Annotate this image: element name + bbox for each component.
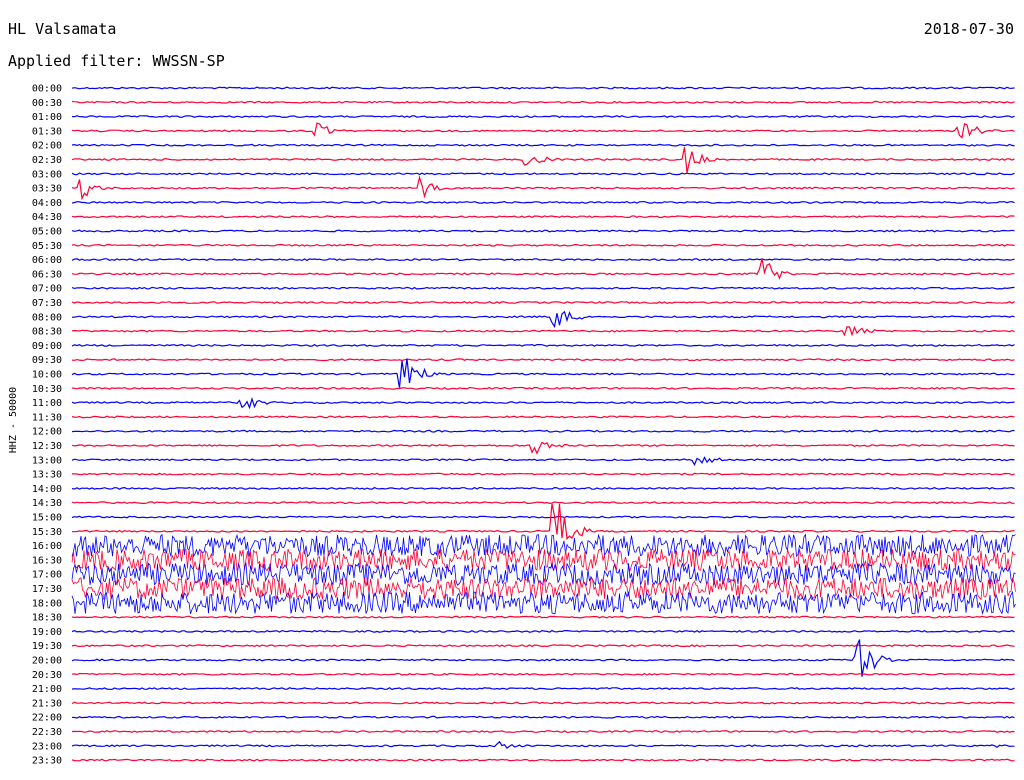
time-label: 23:00 — [32, 741, 62, 752]
trace-line — [71, 258, 1015, 280]
trace-line — [71, 310, 1015, 329]
time-label: 13:00 — [32, 455, 62, 466]
trace-line — [71, 644, 1015, 648]
time-label: 17:30 — [32, 584, 62, 595]
trace-line — [71, 122, 1015, 139]
trace-line — [71, 386, 1015, 390]
time-label: 06:00 — [32, 255, 62, 266]
trace-line — [71, 258, 1015, 262]
trace-line — [72, 472, 1015, 476]
trace-line — [71, 730, 1015, 733]
trace-line — [71, 172, 1015, 176]
time-label: 20:30 — [32, 670, 62, 681]
time-label: 11:00 — [32, 398, 62, 409]
time-label: 09:30 — [32, 355, 62, 366]
trace-line — [71, 629, 1015, 633]
time-label: 04:30 — [32, 212, 62, 223]
trace-line — [71, 515, 1015, 519]
trace-line — [71, 215, 1015, 219]
trace-line — [71, 486, 1015, 490]
time-label: 22:00 — [32, 713, 62, 724]
trace-line — [71, 115, 1015, 119]
time-label: 13:30 — [32, 470, 62, 481]
trace-line — [71, 615, 1015, 619]
trace-line — [71, 740, 1015, 749]
time-label: 15:00 — [32, 513, 62, 524]
time-label: 08:00 — [32, 312, 62, 323]
time-label: 18:00 — [32, 598, 62, 609]
trace-line — [71, 501, 1015, 505]
helicorder-plot: HHZ - 50000 00:00 00:30 01:00 01:30 02:00 02:… — [8, 84, 1016, 767]
time-label: 05:00 — [32, 227, 62, 238]
time-label: 19:30 — [32, 641, 62, 652]
time-label: 17:00 — [32, 570, 62, 581]
trace-line — [72, 503, 1015, 541]
time-label: 04:00 — [32, 198, 62, 209]
trace-line — [71, 456, 1015, 466]
time-label: 06:30 — [32, 269, 62, 280]
time-label: 16:00 — [32, 541, 62, 552]
time-label: 03:30 — [32, 184, 62, 195]
time-label: 14:30 — [32, 498, 62, 509]
time-label: 10:00 — [32, 370, 62, 381]
trace-line — [71, 590, 1016, 615]
trace-line — [71, 415, 1015, 419]
time-label: 14:00 — [32, 484, 62, 495]
trace-line — [71, 143, 1015, 147]
time-label: 07:30 — [32, 298, 62, 309]
time-label: 21:00 — [32, 684, 62, 695]
trace-line — [71, 701, 1015, 705]
trace-line — [71, 441, 1015, 455]
time-label: 15:30 — [32, 527, 62, 538]
trace-line — [71, 301, 1015, 304]
trace-line — [71, 358, 1015, 388]
trace-line — [71, 200, 1015, 204]
time-label: 02:00 — [32, 141, 62, 152]
trace-line — [71, 147, 1015, 173]
time-label: 08:30 — [32, 327, 62, 338]
time-label: 12:00 — [32, 427, 62, 438]
trace-line — [71, 286, 1015, 290]
time-label: 22:30 — [32, 727, 62, 738]
trace-line — [71, 429, 1015, 433]
trace-line — [71, 358, 1015, 362]
time-label: 00:30 — [32, 98, 62, 109]
time-label: 12:30 — [32, 441, 62, 452]
trace-line — [71, 229, 1015, 233]
trace-line — [71, 175, 1015, 201]
trace-line — [71, 396, 1015, 410]
trace-line — [71, 343, 1015, 347]
trace-line — [71, 672, 1015, 676]
time-label: 05:30 — [32, 241, 62, 252]
trace-line — [71, 100, 1015, 104]
time-label: 10:30 — [32, 384, 62, 395]
trace-line — [71, 243, 1015, 247]
time-label: 20:00 — [32, 656, 62, 667]
time-label: 11:30 — [32, 412, 62, 423]
trace-line — [71, 715, 1015, 719]
time-label: 03:00 — [32, 169, 62, 180]
time-label: 21:30 — [32, 698, 62, 709]
time-label: 02:30 — [32, 155, 62, 166]
time-label: 01:30 — [32, 126, 62, 137]
time-label: 09:00 — [32, 341, 62, 352]
time-label: 00:00 — [32, 84, 62, 95]
time-label: 01:00 — [32, 112, 62, 123]
time-label: 18:30 — [32, 613, 62, 624]
trace-line — [71, 86, 1015, 90]
trace-line — [71, 687, 1015, 691]
time-label: 07:00 — [32, 284, 62, 295]
time-label: 16:30 — [32, 555, 62, 566]
trace-line — [71, 758, 1015, 762]
y-axis-label: HHZ - 50000 — [8, 387, 19, 453]
time-label: 23:30 — [32, 756, 62, 767]
time-label: 19:00 — [32, 627, 62, 638]
trace-line — [71, 325, 1015, 337]
